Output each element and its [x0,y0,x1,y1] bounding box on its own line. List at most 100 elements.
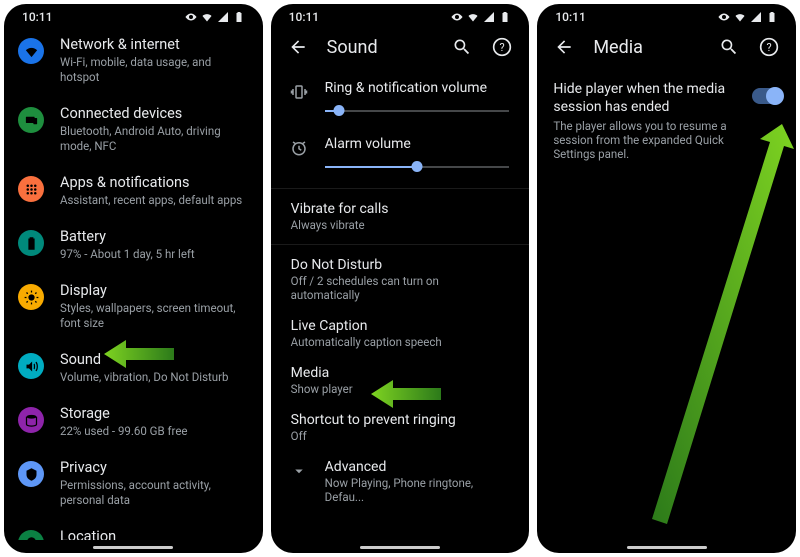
row-display[interactable]: Display Styles, wallpapers, screen timeo… [4,272,263,341]
wifi-icon [201,11,213,23]
alarm-volume-slider[interactable] [325,158,510,176]
row-subtitle: Volume, vibration, Do Not Disturb [60,370,247,385]
row-subtitle: Styles, wallpapers, screen timeout, font… [60,301,247,331]
wifi-icon [18,38,44,64]
row-sub: Now Playing, Phone ringtone, Defau... [325,476,510,504]
settings-list[interactable]: Network & internet Wi-Fi, mobile, data u… [4,26,263,540]
row-connected-devices[interactable]: Connected devices Bluetooth, Android Aut… [4,95,263,164]
privacy-icon [18,461,44,487]
gesture-nav-bar[interactable] [537,540,796,553]
row-label: Live Caption [291,318,510,334]
apps-icon [18,176,44,202]
row-subtitle: 22% used - 99.60 GB free [60,424,247,439]
advanced-row[interactable]: Advanced Now Playing, Phone ringtone, De… [271,451,530,512]
back-button[interactable] [287,36,309,58]
slider-label: Ring & notification volume [325,80,510,96]
row-label: Advanced [325,459,510,475]
shortcut-ringing-row[interactable]: Shortcut to prevent ringing Off [271,404,530,451]
status-time: 10:11 [22,10,52,24]
row-subtitle: Wi-Fi, mobile, data usage, and hotspot [60,55,247,85]
status-bar: 10:11 [4,4,263,26]
chevron-down-icon [289,461,309,481]
status-icons [718,11,778,23]
hide-player-toggle[interactable] [752,88,782,104]
help-button[interactable]: ? [491,36,513,58]
signal-icon [483,11,495,23]
row-title: Privacy [60,459,247,477]
row-sound[interactable]: Sound Volume, vibration, Do Not Disturb [4,341,263,395]
row-title: Apps & notifications [60,174,247,192]
back-button[interactable] [553,36,575,58]
row-subtitle: Bluetooth, Android Auto, driving mode, N… [60,124,247,154]
ring-volume-row[interactable]: Ring & notification volume [271,72,530,128]
row-title: Battery [60,228,247,246]
row-title: Display [60,282,247,300]
alarm-volume-row[interactable]: Alarm volume [271,128,530,184]
ring-volume-slider[interactable] [325,102,510,120]
status-bar: 10:11 [271,4,530,26]
row-battery[interactable]: Battery 97% - About 1 day, 5 hr left [4,218,263,272]
gesture-nav-bar[interactable] [271,540,530,553]
row-sub: Off / 2 schedules can turn on automatica… [291,274,510,302]
row-label: Vibrate for calls [291,201,510,217]
row-label: Shortcut to prevent ringing [291,412,510,428]
devices-icon [18,107,44,133]
divider [271,244,530,245]
row-label: Media [291,365,510,381]
dnd-row[interactable]: Do Not Disturb Off / 2 schedules can tur… [271,249,530,310]
row-network-internet[interactable]: Network & internet Wi-Fi, mobile, data u… [4,26,263,95]
hide-player-row[interactable]: Hide player when the media session has e… [537,72,796,169]
media-settings-screen: 10:11 Media ? Hide player when the media… [537,4,796,553]
settings-main-screen: 10:11 Network & internet Wi-Fi, mobile, … [4,4,263,553]
row-subtitle: Assistant, recent apps, default apps [60,193,247,208]
row-title: Location [60,528,247,540]
wifi-icon [467,11,479,23]
svg-text:?: ? [500,41,505,54]
row-sub: Always vibrate [291,218,510,232]
vibrate-for-calls-row[interactable]: Vibrate for calls Always vibrate [271,193,530,240]
storage-icon [18,407,44,433]
row-location[interactable]: Location [4,518,263,540]
media-row[interactable]: Media Show player [271,357,530,404]
sound-settings-list[interactable]: Ring & notification volume Alarm volume … [271,72,530,540]
row-sub: Show player [291,382,510,396]
status-bar: 10:11 [537,4,796,26]
gesture-nav-bar[interactable] [4,540,263,553]
row-sub: Off [291,429,510,443]
app-bar: Sound ? [271,26,530,72]
row-title: Network & internet [60,36,247,54]
signal-icon [750,11,762,23]
signal-icon [217,11,229,23]
sound-icon [18,353,44,379]
battery-icon [499,11,511,23]
row-storage[interactable]: Storage 22% used - 99.60 GB free [4,395,263,449]
alarm-icon [289,138,309,158]
help-button[interactable]: ? [758,36,780,58]
eye-icon [185,11,197,23]
status-time: 10:11 [289,10,319,24]
slider-label: Alarm volume [325,136,510,152]
row-sub: Automatically caption speech [291,335,510,349]
row-title: Storage [60,405,247,423]
option-sub: The player allows you to resume a sessio… [553,119,728,161]
sound-settings-screen: 10:11 Sound ? Ring & notification volume [271,4,530,553]
search-button[interactable] [451,36,473,58]
location-icon [18,530,44,540]
eye-icon [718,11,730,23]
live-caption-row[interactable]: Live Caption Automatically caption speec… [271,310,530,357]
search-button[interactable] [718,36,740,58]
row-apps-notifications[interactable]: Apps & notifications Assistant, recent a… [4,164,263,218]
status-icons [185,11,245,23]
page-title: Media [593,37,700,58]
battery-icon [18,230,44,256]
eye-icon [451,11,463,23]
vibrate-icon [289,82,309,102]
display-icon [18,284,44,310]
row-title: Connected devices [60,105,247,123]
row-privacy[interactable]: Privacy Permissions, account activity, p… [4,449,263,518]
status-time: 10:11 [555,10,585,24]
battery-icon [766,11,778,23]
row-subtitle: 97% - About 1 day, 5 hr left [60,247,247,262]
row-subtitle: Permissions, account activity, personal … [60,478,247,508]
app-bar: Media ? [537,26,796,72]
